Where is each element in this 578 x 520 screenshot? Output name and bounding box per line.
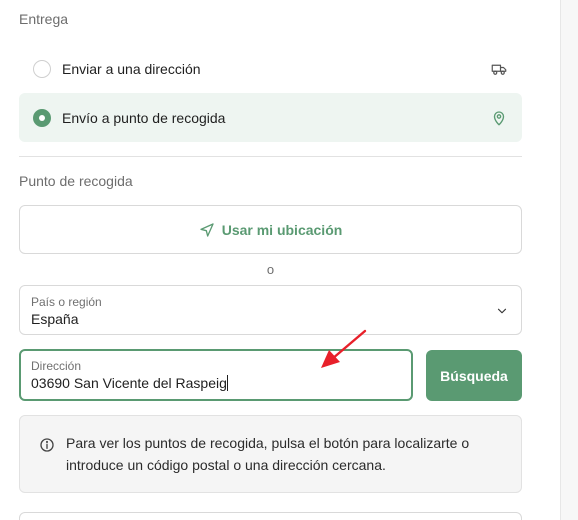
page-right-edge [560, 0, 578, 520]
section-divider [19, 156, 522, 157]
annotation-arrow [321, 329, 367, 368]
info-box: Para ver los puntos de recogida, pulsa e… [19, 415, 522, 493]
checkout-panel: Entrega Enviar a una dirección Envío a p… [0, 0, 560, 520]
pickup-section-title: Punto de recogida [19, 173, 133, 189]
use-my-location-label: Usar mi ubicación [221, 221, 343, 238]
or-separator: o [266, 262, 275, 277]
search-button[interactable]: Búsqueda [426, 350, 522, 401]
chevron-down-icon [497, 308, 507, 314]
country-field-label: País o región [31, 295, 102, 309]
navigation-arrow-icon [200, 222, 214, 237]
option-pickup-point[interactable]: Envío a punto de recogida [19, 93, 522, 142]
radio-pickup-point[interactable] [33, 108, 51, 127]
option-ship-to-address[interactable]: Enviar a una dirección [19, 44, 522, 93]
address-text: 03690 San Vicente del Raspeig [31, 375, 227, 391]
radio-ship-to-address[interactable] [33, 59, 51, 78]
address-field-value[interactable]: 03690 San Vicente del Raspeig [31, 375, 228, 391]
map-pin-icon [493, 110, 505, 125]
info-message: Para ver los puntos de recogida, pulsa e… [66, 435, 470, 473]
text-cursor [226, 375, 228, 391]
pickup-results-card [19, 512, 522, 520]
use-my-location-button[interactable]: Usar mi ubicación [19, 205, 522, 254]
option-label: Enviar a una dirección [62, 60, 201, 77]
country-field-value: España [31, 311, 79, 327]
option-label: Envío a punto de recogida [62, 109, 226, 126]
delivery-section-title: Entrega [19, 11, 69, 27]
info-icon [40, 438, 54, 452]
country-select[interactable]: País o región España [19, 285, 522, 335]
delivery-truck-icon [491, 64, 507, 75]
address-field-label: Dirección [31, 359, 82, 373]
